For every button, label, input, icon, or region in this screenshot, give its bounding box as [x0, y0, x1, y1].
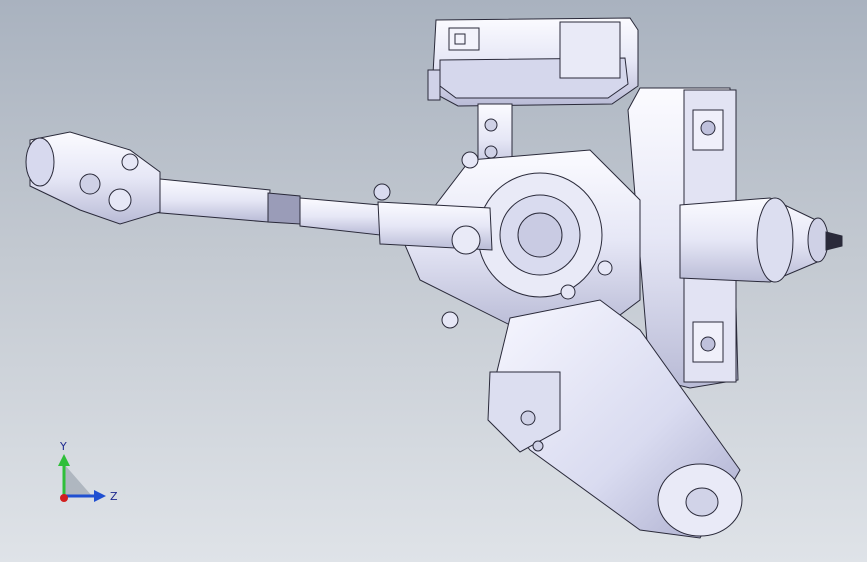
steering-column-model[interactable] — [0, 0, 867, 562]
intermediate-shaft[interactable] — [149, 177, 493, 255]
z-axis-arrow — [94, 490, 106, 502]
universal-joint[interactable] — [25, 131, 161, 225]
graphics-viewport[interactable]: Y Z — [0, 0, 867, 562]
coordinate-triad: Y Z — [58, 440, 118, 503]
z-axis-label: Z — [110, 490, 118, 503]
y-axis-arrow — [58, 454, 70, 466]
x-axis-dot — [60, 494, 68, 502]
upper-column-tube[interactable] — [679, 197, 843, 283]
ecu-housing[interactable] — [427, 17, 639, 107]
y-axis-label: Y — [59, 440, 67, 453]
xy-plane-shading — [64, 464, 92, 496]
